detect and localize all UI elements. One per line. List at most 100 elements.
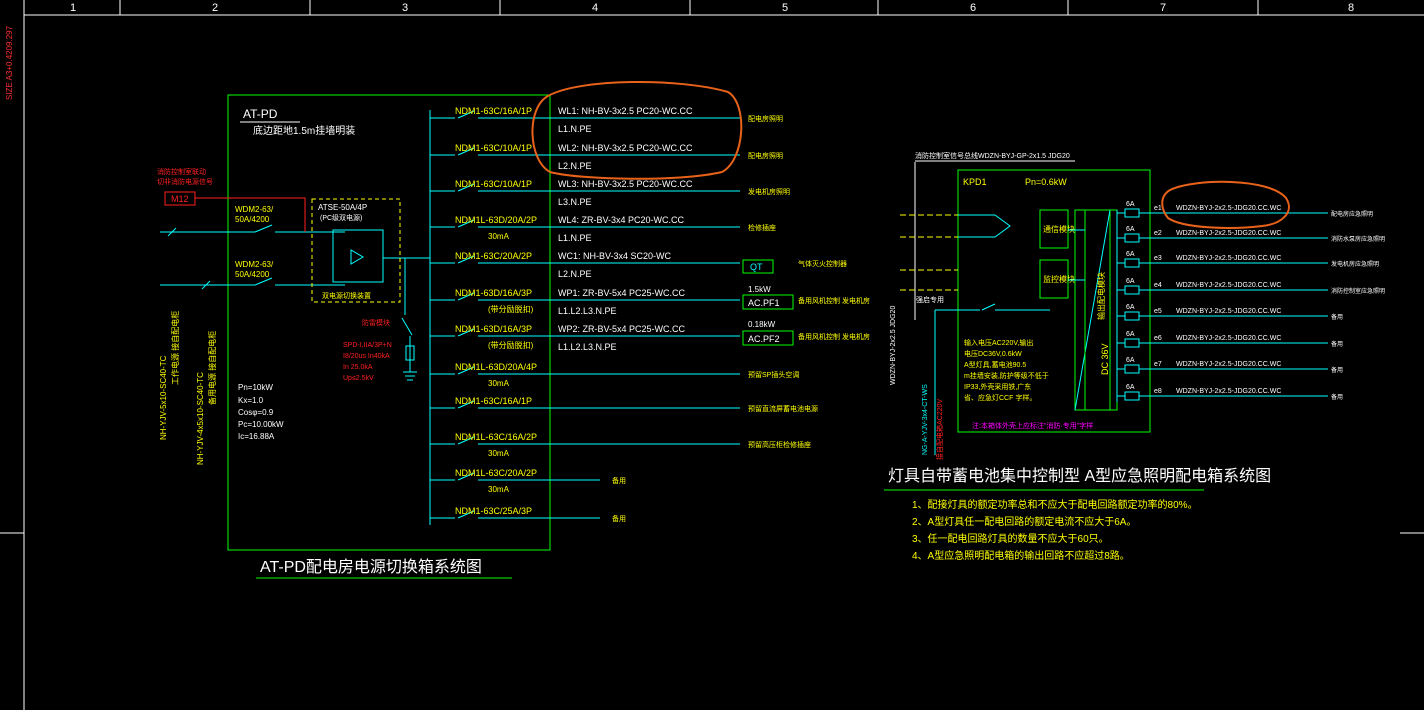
fuse-label: 6A [1126,278,1135,285]
branch-row: NDM1L-63D/20A/2P 30mA WL4: ZR-BV-3x4 PC20-… [430,215,776,243]
circuit-cable: WDZN-BYJ-2x2.5-JDG20.CC.WC [1176,335,1281,342]
load-label: 预留直流屏蓄电池电源 [748,404,818,413]
col-label: 3 [402,2,408,14]
svg-text:I8/20us In40kA: I8/20us In40kA [343,353,390,360]
svg-text:SPD-I,IIA/3P+N: SPD-I,IIA/3P+N [343,342,392,349]
breaker-label: NDM1-63C/20A/2P [455,251,532,261]
svg-text:WDM2-63/: WDM2-63/ [235,205,274,214]
circuit-id: e6 [1154,335,1162,342]
m12-signal: M12 消防控制室联动 切非消防电源信号 [157,167,306,232]
phase-label: L1.L2.L3.N.PE [558,342,617,352]
svg-text:A型灯具,蓄电池90.5: A型灯具,蓄电池90.5 [964,360,1026,369]
emergency-circuits: 6A e1 WDZN-BYJ-2x2.5-JDG20.CC.WC 配电房应急照明 6A e… [1117,201,1385,401]
right-notes: 1、配接灯具的额定功率总和不应大于配电回路额定功率的80%。 2、A型灯具任一配… [912,498,1198,562]
breaker-label: NDM1L-63C/20A/2P [455,468,537,478]
svg-text:1、配接灯具的额定功率总和不应大于配电回路额定功率的80%。: 1、配接灯具的额定功率总和不应大于配电回路额定功率的80%。 [912,498,1198,511]
svg-text:NG-A-YJV-3x4-CT-WS: NG-A-YJV-3x4-CT-WS [922,384,929,455]
svg-text:m挂墙安装,防护等级不低于: m挂墙安装,防护等级不低于 [964,371,1049,380]
right-inputs: 消防控制室信号总线WDZN-BYJ-GP-2x1.5 JDG20 强启专用 NG… [890,151,1085,460]
column-labels: 1 2 3 4 5 6 7 8 [70,2,1354,14]
svg-text:0.18kW: 0.18kW [748,320,776,329]
load-parameters: Pn=10kW Kx=1.0 Cosφ=0.9 Pc=10.00kW Ic=16… [238,383,284,441]
circuit-cable: WDZN-BYJ-2x2.5-JDG20.CC.WC [1176,361,1281,368]
breaker-label: NDM1L-63C/16A/2P [455,432,537,442]
circuit-id: e7 [1154,361,1162,368]
breaker-label: NDM1-63C/16A/1P [455,106,532,116]
col-label: 4 [592,2,598,14]
emergency-box: KPD1 Pn=0.6kW 通信模块 监控模块 输出配电模块 DC 36V [957,169,1151,433]
circuit-cable: WDZN-BYJ-2x2.5-JDG20.CC.WC [1176,255,1281,262]
system-diagram: 1 2 3 4 5 6 7 8 SIZE A3+0.4209.297 AT-PD… [0,0,1424,710]
left-caption: AT-PD配电房电源切换箱系统图 [260,558,482,576]
fuse-label: 6A [1126,304,1135,311]
rcd-label: (带分励脱扣) [488,340,534,350]
circuit-id: e2 [1154,230,1162,237]
atse-switch: ATSE-50A/4P (PC级双电源) 双电源切换装置 [311,198,401,303]
svg-text:输出配电模块: 输出配电模块 [1096,272,1106,320]
feeder-cable-1-note: 工作电源 接自配电柜 [170,311,180,385]
circuit-load: 发电机房应急照明 [1331,260,1379,268]
atse-note: 双电源切换装置 [322,291,371,300]
load-label: 备用风机控制 发电机房 [798,296,870,305]
svg-text:Ic=16.88A: Ic=16.88A [238,432,275,441]
emergency-circuit-row: 6A e2 WDZN-BYJ-2x2.5-JDG20.CC.WC 消防水泵房应急照明 [1117,226,1385,243]
spd-label: 防雷模块 [362,318,390,327]
branch-row: NDM1L-63C/20A/2P 30mA 备用 [430,468,626,494]
box-subtitle: 底边距地1.5m挂墙明装 [253,124,355,137]
circuit-id: e3 [1154,255,1162,262]
circuit-load: 备用 [1331,313,1343,321]
svg-text:1.5kW: 1.5kW [748,285,771,294]
col-label: 8 [1348,2,1354,14]
col-label: 5 [782,2,788,14]
branch-row: NDM1L-63D/20A/4P 30mA 预留SP插头空调 [430,362,799,388]
fuse-label: 6A [1126,384,1135,391]
rcd-label: 30mA [488,232,510,241]
phase-label: L1.L2.L3.N.PE [558,306,617,316]
emergency-circuit-row: 6A e1 WDZN-BYJ-2x2.5-JDG20.CC.WC 配电房应急照明 [1117,201,1373,218]
breaker-label: NDM1-63C/10A/1P [455,179,532,189]
breaker-label: NDM1-63D/16A/3P [455,324,532,334]
svg-text:Pn=0.6kW: Pn=0.6kW [1025,177,1067,187]
load-label: 配电房照明 [748,151,783,160]
feeder-cable-2-note: 备用电源 接自配电柜 [207,331,217,405]
emergency-circuit-row: 6A e5 WDZN-BYJ-2x2.5-JDG20.CC.WC 备用 [1117,304,1343,321]
cable-label: WL4: ZR-BV-3x4 PC20-WC.CC [558,215,685,225]
cable-label: WL1: NH-BV-3x2.5 PC20-WC.CC [558,106,693,116]
svg-text:Cosφ=0.9: Cosφ=0.9 [238,408,274,417]
fuse-label: 6A [1126,357,1135,364]
rcd-label: (带分励脱扣) [488,304,534,314]
breaker-label: NDM1-63C/10A/1P [455,143,532,153]
col-label: 2 [212,2,218,14]
load-label: 检修插座 [748,223,776,232]
svg-text:强启专用: 强启专用 [916,295,944,304]
circuit-load: 备用 [1331,366,1343,374]
svg-text:In 25.0kA: In 25.0kA [343,364,373,371]
phase-label: L1.N.PE [558,124,592,134]
qt-box-label: QT [750,262,763,272]
branch-row: NDM1L-63C/16A/2P 30mA 预留高压柜检修插座 [430,432,811,458]
svg-text:消防控制室联动: 消防控制室联动 [157,167,206,176]
fuse-label: 6A [1126,331,1135,338]
circuit-load: 消防水泵房应急照明 [1331,235,1385,243]
emergency-circuit-row: 6A e6 WDZN-BYJ-2x2.5-JDG20.CC.WC 备用 [1117,331,1343,348]
branch-row: NDM1-63C/10A/1P WL2: NH-BV-3x2.5 PC20-WC.… [430,143,783,171]
svg-text:注:本箱体外壳上应标注"消防·专用"字样: 注:本箱体外壳上应标注"消防·专用"字样 [972,421,1093,430]
load-label: 备用 [612,476,626,485]
cable-label: WL3: NH-BV-3x2.5 PC20-WC.CC [558,179,693,189]
spd: 防雷模块 SPD-I,IIA/3P+N I8/20us In40kA In 25… [343,258,417,382]
circuit-cable: WDZN-BYJ-2x2.5-JDG20.CC.WC [1176,230,1281,237]
feeder-cable-1: NH-YJV-5x10-SC40-TC [159,355,168,440]
svg-text:IP33,外壳采用铁,广东: IP33,外壳采用铁,广东 [964,382,1031,391]
svg-text:50A/4200: 50A/4200 [235,215,270,224]
svg-text:ATSE-50A/4P: ATSE-50A/4P [318,203,367,212]
breaker-label: NDM1-63C/25A/3P [455,506,532,516]
col-label: 1 [70,2,76,14]
svg-text:Pn=10kW: Pn=10kW [238,383,273,392]
load-label: 预留高压柜检修插座 [748,440,811,449]
svg-text:4、A型应急照明配电箱的输出回路不应超过8路。: 4、A型应急照明配电箱的输出回路不应超过8路。 [912,549,1130,562]
circuit-cable: WDZN-BYJ-2x2.5-JDG20.CC.WC [1176,282,1281,289]
branch-row: NDM1-63D/16A/3P (带分励脱扣) WP2: ZR-BV-5x4 PC2… [430,324,870,352]
fuse-label: 6A [1126,201,1135,208]
col-label: 7 [1160,2,1166,14]
cad-drawing-canvas[interactable]: 1 2 3 4 5 6 7 8 SIZE A3+0.4209.297 AT-PD… [0,0,1424,710]
